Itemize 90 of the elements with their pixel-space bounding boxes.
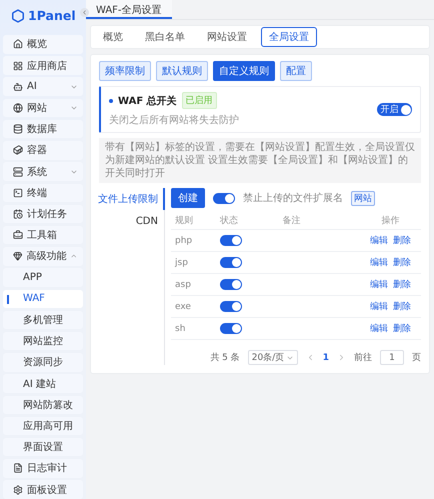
- action-link[interactable]: 编辑: [370, 322, 388, 335]
- status-toggle[interactable]: [220, 279, 242, 290]
- sidebar-subitem[interactable]: APP: [3, 268, 83, 287]
- section-tab[interactable]: 全局设置: [261, 27, 317, 47]
- submenu-item[interactable]: 文件上传限制: [99, 188, 165, 210]
- sidebar-item[interactable]: 系统: [3, 162, 83, 181]
- action-link[interactable]: 编辑: [370, 256, 388, 269]
- gem-icon: [13, 251, 22, 262]
- total-count: 共 5 条: [210, 352, 240, 364]
- terminal-icon: [13, 188, 23, 198]
- server-icon: [13, 166, 23, 177]
- section-tab[interactable]: 黑白名单: [137, 27, 193, 47]
- sidebar-item[interactable]: 数据库: [3, 120, 83, 138]
- chevron-up-icon: [70, 252, 78, 260]
- action-link[interactable]: 删除: [393, 300, 411, 313]
- sidebar-item[interactable]: 计划任务: [3, 204, 83, 224]
- globe-icon: [13, 102, 23, 113]
- action-link[interactable]: 编辑: [370, 300, 388, 313]
- rule-tab[interactable]: 默认规则: [156, 61, 208, 81]
- sidebar-item[interactable]: 终端: [3, 184, 83, 202]
- sidebar-item[interactable]: 面板设置: [3, 480, 83, 499]
- status-toggle[interactable]: [220, 323, 242, 334]
- grid-icon: [13, 60, 23, 71]
- rule-tab[interactable]: 配置: [280, 61, 312, 81]
- submenu-item[interactable]: CDN: [99, 210, 165, 232]
- bullet-dot: [109, 98, 113, 102]
- logo-icon: [11, 8, 25, 23]
- waf-title: WAF 总开关: [118, 94, 177, 108]
- rule-tab[interactable]: 频率限制: [99, 61, 151, 81]
- action-link[interactable]: 编辑: [370, 278, 388, 291]
- waf-description: 关闭之后所有网站将失去防护: [109, 114, 240, 127]
- document-icon: [13, 463, 23, 474]
- status-toggle[interactable]: [220, 301, 242, 312]
- create-button[interactable]: 创建: [171, 188, 205, 208]
- action-link[interactable]: 删除: [393, 234, 411, 247]
- sidebar-item[interactable]: 应用商店: [3, 56, 83, 75]
- sidebar-subitem[interactable]: 应用高可用: [3, 416, 83, 436]
- column-header: 规则: [171, 211, 216, 230]
- page-size-select[interactable]: 20条/页: [248, 350, 298, 365]
- sidebar-subitem[interactable]: 界面设置: [3, 438, 83, 456]
- sidebar-subitem[interactable]: WAF: [3, 290, 83, 308]
- action-link[interactable]: 删除: [393, 322, 411, 335]
- calendar-icon: [13, 208, 23, 219]
- column-header: 操作: [356, 211, 421, 230]
- action-link[interactable]: 删除: [393, 278, 411, 291]
- sidebar-subitem[interactable]: 多机管理: [3, 310, 83, 330]
- settings-icon: [13, 484, 23, 495]
- sidebar-subitem[interactable]: AI 建站: [3, 374, 83, 393]
- table-cell: php: [171, 230, 216, 252]
- sidebar-item[interactable]: 高级功能: [3, 247, 83, 266]
- table-cell: exe: [171, 296, 216, 318]
- goto-label: 前往: [354, 352, 372, 364]
- page-suffix: 页: [412, 352, 421, 364]
- sidebar-subitem[interactable]: 资源同步: [3, 353, 83, 372]
- robot-icon: [13, 82, 23, 92]
- column-header: 状态: [216, 211, 278, 230]
- section-tab[interactable]: 网站设置: [199, 27, 255, 47]
- section-tab[interactable]: 概览: [95, 27, 131, 47]
- action-link[interactable]: 删除: [393, 256, 411, 269]
- toggle-switch[interactable]: [213, 192, 235, 204]
- action-link[interactable]: 编辑: [370, 234, 388, 247]
- chevron-left-icon: [81, 9, 88, 16]
- briefcase-icon: [13, 230, 23, 240]
- rule-tab[interactable]: 自定义规则: [213, 61, 275, 81]
- logo-text: 1Panel: [28, 8, 76, 24]
- page-number[interactable]: 1: [322, 352, 329, 362]
- website-tag: 网站: [351, 190, 375, 206]
- sidebar-item[interactable]: 日志审计: [3, 459, 83, 478]
- table-cell: jsp: [171, 252, 216, 274]
- status-badge: 已启用: [182, 92, 217, 109]
- table-cell: sh: [171, 318, 216, 340]
- table-cell: asp: [171, 274, 216, 296]
- sidebar-item[interactable]: 网站: [3, 98, 83, 118]
- notice-text: 带有【网站】标签的设置，需要在【网站设置】配置生效，全局设置仅为新建网站的默认设置 设置生效需要【全局设置】和【网站设置】的开关同时打开: [99, 138, 421, 183]
- sidebar-item[interactable]: 概览: [3, 35, 83, 54]
- sidebar-item[interactable]: 工具箱: [3, 226, 83, 244]
- status-toggle[interactable]: [220, 257, 242, 268]
- page-input[interactable]: 1: [380, 350, 404, 365]
- sidebar-item[interactable]: 容器: [3, 141, 83, 160]
- home-icon: [13, 39, 23, 50]
- page-tab[interactable]: WAF-全局设置: [86, 0, 172, 19]
- sidebar-item[interactable]: AI: [3, 77, 83, 96]
- database-icon: [13, 124, 23, 134]
- container-icon: [13, 145, 23, 156]
- status-toggle[interactable]: [220, 235, 242, 246]
- waf-toggle[interactable]: 开启: [376, 103, 412, 116]
- sidebar-subitem[interactable]: 网站防篡改: [3, 396, 83, 414]
- sidebar-subitem[interactable]: 网站监控: [3, 332, 83, 350]
- column-header: 备注: [278, 211, 356, 230]
- toggle-label: 禁止上传的文件扩展名: [243, 192, 343, 205]
